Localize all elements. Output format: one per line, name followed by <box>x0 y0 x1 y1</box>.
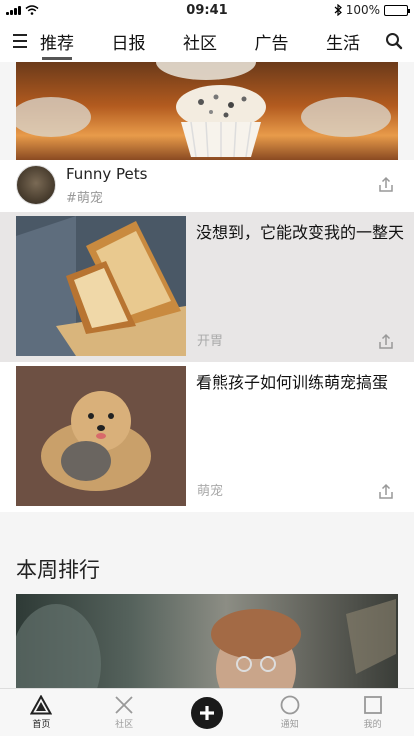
list-item[interactable]: 没想到，它能改变我的一整天 开胃 <box>0 212 414 362</box>
feed[interactable]: Funny Pets #萌宠 没想到，它能改变我的一整天 开胃 看熊孩子如何训练… <box>0 62 414 688</box>
share-icon[interactable] <box>377 333 395 351</box>
tab-notifications[interactable]: 通知 <box>250 689 330 736</box>
tab-add[interactable] <box>167 689 247 736</box>
status-right: 100% <box>334 3 410 17</box>
bluetooth-icon <box>334 4 342 16</box>
tab-community[interactable]: 社区 <box>84 689 164 736</box>
author-tag[interactable]: #萌宠 <box>66 187 103 206</box>
triangle-icon <box>30 695 53 715</box>
tab-life[interactable]: 生活 <box>326 23 360 60</box>
battery-icon <box>384 4 410 16</box>
tab-profile[interactable]: 我的 <box>333 689 413 736</box>
add-icon <box>190 696 223 729</box>
top-nav: 推荐 日报 社区 广告 生活 <box>0 20 414 62</box>
cross-icon <box>115 696 133 714</box>
list-item[interactable]: 看熊孩子如何训练萌宠搞蛋 萌宠 <box>0 362 414 512</box>
tab-recommend[interactable]: 推荐 <box>40 23 74 60</box>
category-tabs: 推荐 日报 社区 广告 生活 <box>40 23 374 60</box>
status-time: 09:41 <box>186 2 228 18</box>
circle-icon <box>280 695 300 715</box>
tab-label: 我的 <box>363 720 382 730</box>
card-title[interactable]: 没想到，它能改变我的一整天 <box>196 222 406 244</box>
section-title-weekly-ranking: 本周排行 <box>16 558 100 582</box>
status-bar: 09:41 100% <box>0 0 414 20</box>
status-left <box>6 5 39 15</box>
tab-daily[interactable]: 日报 <box>112 23 146 60</box>
card-title[interactable]: 看熊孩子如何训练萌宠搞蛋 <box>196 372 406 394</box>
avatar[interactable] <box>16 165 56 205</box>
menu-icon[interactable] <box>0 20 40 62</box>
square-icon <box>363 696 382 714</box>
signal-icon <box>6 5 21 15</box>
share-icon[interactable] <box>377 176 395 194</box>
card-tag[interactable]: 开胃 <box>197 330 223 349</box>
bottom-tab-bar: 首页 社区 通知 我的 <box>0 688 414 736</box>
search-icon[interactable] <box>374 20 414 62</box>
battery-percent: 100% <box>345 3 380 17</box>
tab-label: 通知 <box>280 720 299 730</box>
dog-thumbnail <box>16 366 186 506</box>
ranking-feature-image[interactable] <box>16 594 398 688</box>
pet-paw-image <box>16 62 391 137</box>
top-post-author-row: Funny Pets #萌宠 <box>0 160 414 212</box>
sandwich-thumbnail <box>16 216 186 356</box>
tab-community[interactable]: 社区 <box>183 23 217 60</box>
share-icon[interactable] <box>377 483 395 501</box>
tab-ads[interactable]: 广告 <box>255 23 289 60</box>
card-tag[interactable]: 萌宠 <box>197 480 223 499</box>
tab-label: 社区 <box>115 720 134 730</box>
tab-home[interactable]: 首页 <box>1 689 81 736</box>
author-name[interactable]: Funny Pets <box>66 165 147 183</box>
wifi-icon <box>25 5 39 15</box>
top-post-image[interactable] <box>16 62 398 160</box>
tab-label: 首页 <box>32 720 51 730</box>
